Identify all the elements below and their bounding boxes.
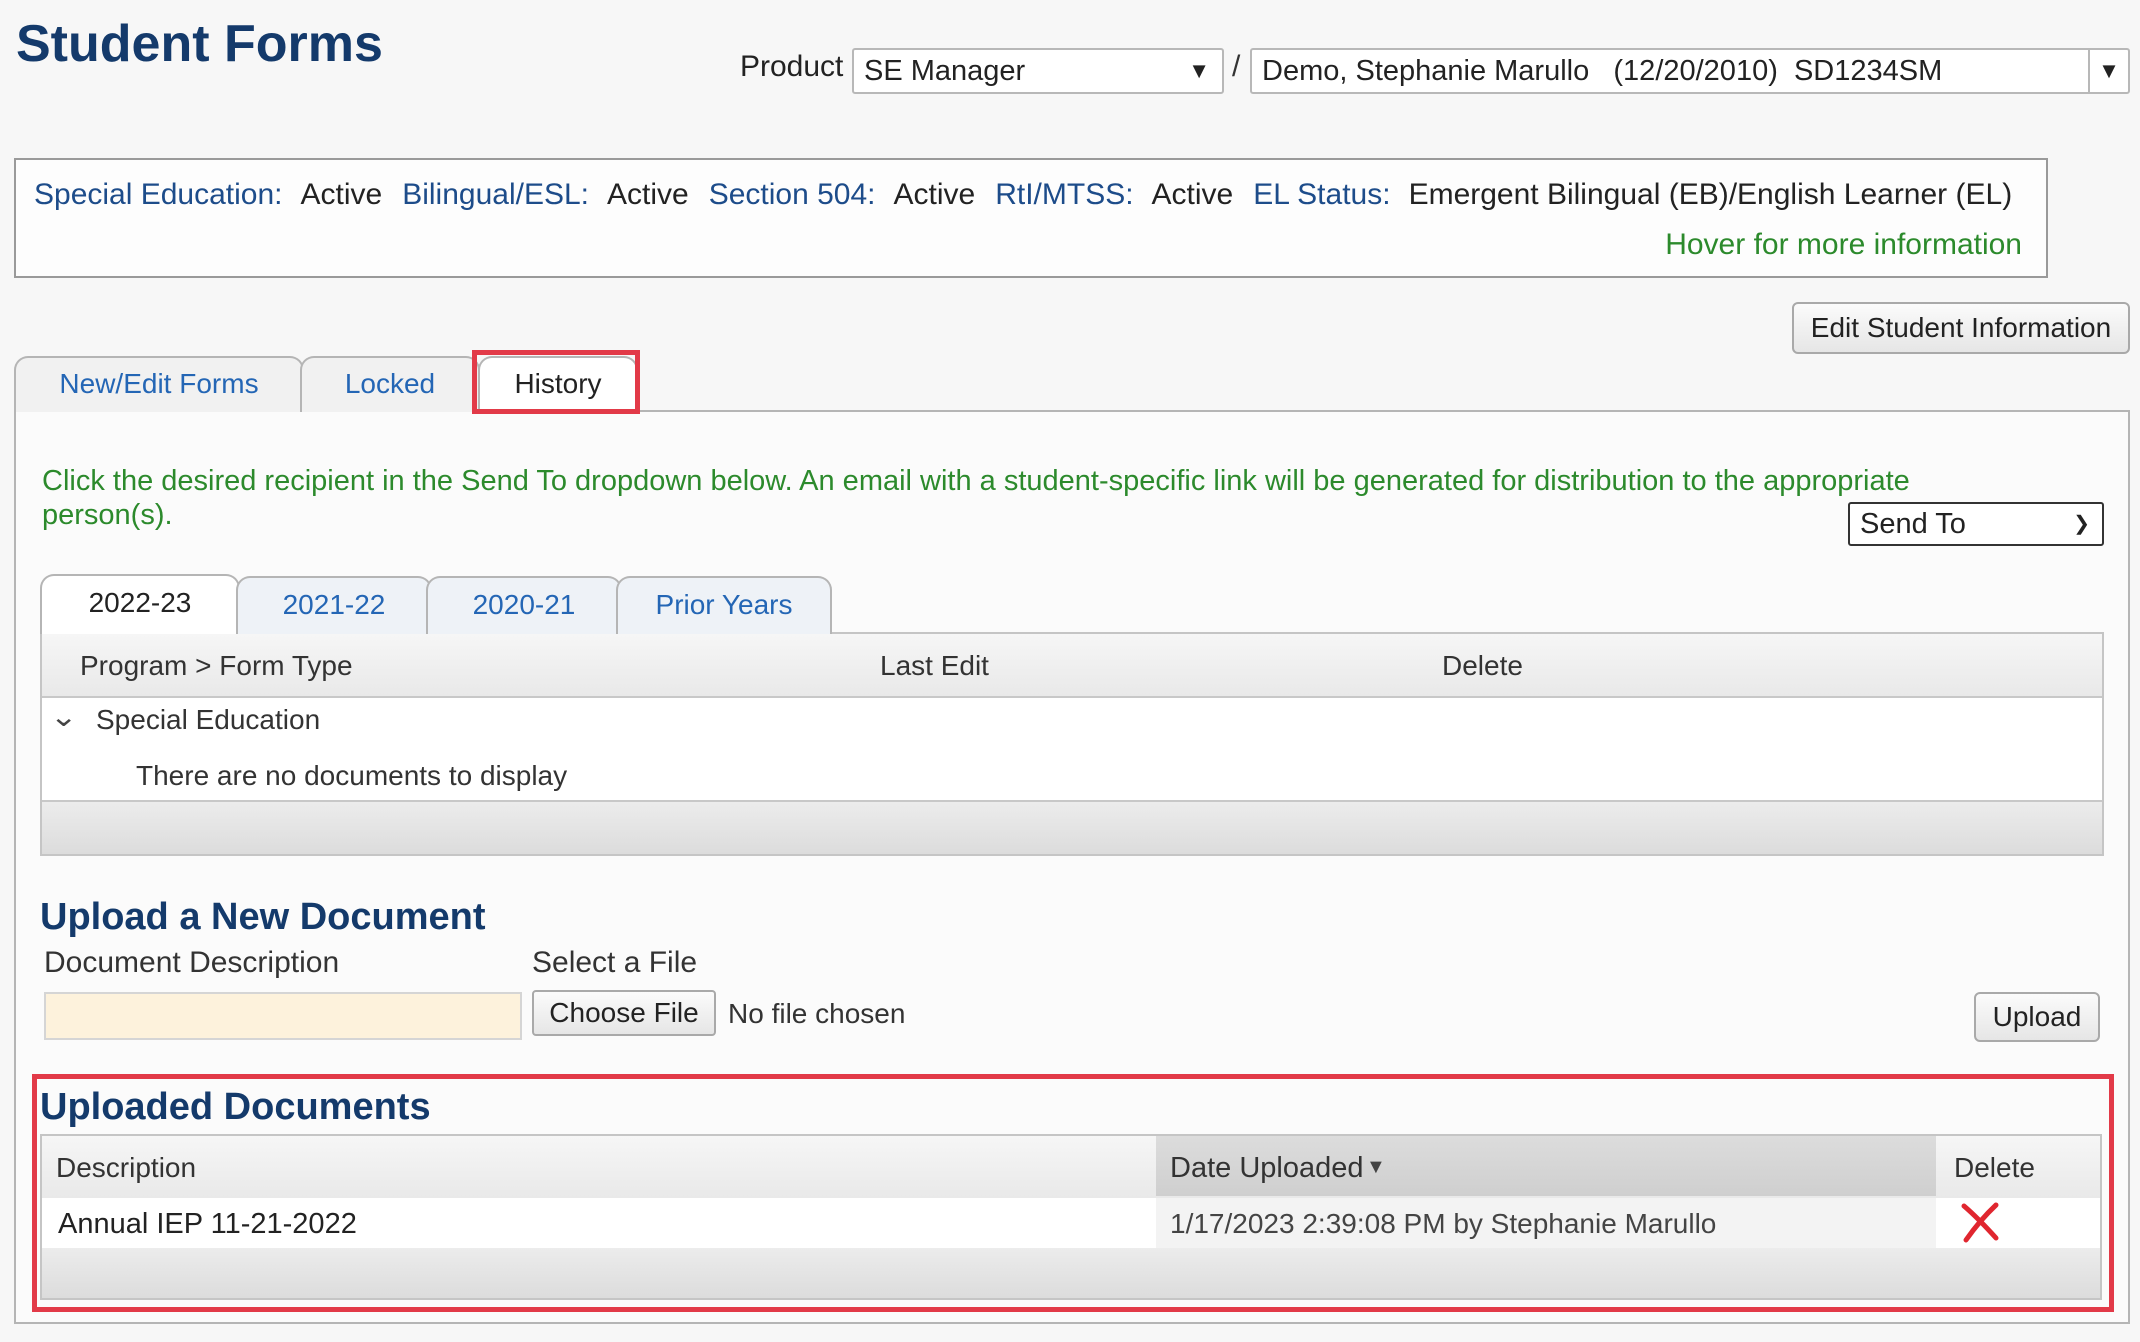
send-to-dropdown[interactable]: Send To ❯ <box>1848 502 2104 546</box>
forms-grid: Program > Form Type Last Edit Delete ⌄ S… <box>40 632 2104 856</box>
tab-year-2021-22[interactable]: 2021-22 <box>236 576 432 634</box>
edit-student-button[interactable]: Edit Student Information <box>1792 302 2130 354</box>
document-description-input[interactable] <box>44 992 522 1040</box>
instructions-text: Click the desired recipient in the Send … <box>42 465 1910 531</box>
tab-prior-years[interactable]: Prior Years <box>616 576 832 634</box>
status-label-el: EL Status: <box>1253 178 1391 211</box>
column-date-uploaded-label: Date Uploaded <box>1170 1152 1364 1184</box>
status-label-504: Section 504: <box>708 178 876 211</box>
status-value-special-ed: Active <box>300 178 383 211</box>
tab-year-2020-21[interactable]: 2020-21 <box>426 576 622 634</box>
forms-grid-header: Program > Form Type Last Edit Delete <box>42 634 2102 698</box>
column-date-uploaded[interactable]: Date Uploaded ▼ <box>1156 1136 1936 1196</box>
chevron-down-icon: ▼ <box>1188 58 1210 83</box>
hover-info-text[interactable]: Hover for more information <box>1665 228 2022 262</box>
status-value-rti: Active <box>1151 178 1234 211</box>
status-line: Special Education: Active Bilingual/ESL: Ac… <box>34 178 2012 212</box>
product-select-value: SE Manager <box>864 55 1026 87</box>
separator: / <box>1232 50 1241 83</box>
page-title: Student Forms <box>16 15 383 73</box>
upload-button[interactable]: Upload <box>1974 992 2100 1042</box>
column-delete-uploaded: Delete <box>1954 1152 2035 1183</box>
delete-icon[interactable] <box>1958 1200 2002 1244</box>
uploaded-grid-footer <box>42 1248 2100 1298</box>
status-label-special-ed: Special Education: <box>34 178 283 211</box>
send-to-value: Send To <box>1860 508 1966 540</box>
empty-message: There are no documents to display <box>136 760 568 791</box>
student-select[interactable]: Demo, Stephanie Marullo (12/20/2010) SD1… <box>1250 48 2130 94</box>
product-select[interactable]: SE Manager ▼ <box>852 48 1224 94</box>
column-program-form-type[interactable]: Program > Form Type <box>80 650 353 682</box>
sort-descending-icon: ▼ <box>1366 1156 1386 1178</box>
uploaded-documents-grid: Description Date Uploaded ▼ Delete Annua… <box>40 1134 2102 1300</box>
tab-locked[interactable]: Locked <box>300 356 480 412</box>
tab-new-edit-forms[interactable]: New/Edit Forms <box>14 356 304 412</box>
chevron-down-icon[interactable]: ▼ <box>2088 50 2128 92</box>
column-description[interactable]: Description <box>56 1152 196 1184</box>
status-value-bilingual: Active <box>607 178 689 211</box>
table-row: Annual IEP 11-21-2022 1/17/2023 2:39:08 … <box>42 1198 2100 1252</box>
tab-year-2022-23[interactable]: 2022-23 <box>40 574 240 634</box>
group-special-education[interactable]: Special Education <box>96 704 320 736</box>
uploaded-grid-header: Description Date Uploaded ▼ Delete <box>42 1136 2100 1200</box>
upload-section-title: Upload a New Document <box>40 896 486 938</box>
status-label-bilingual: Bilingual/ESL: <box>402 178 589 211</box>
status-summary[interactable]: Special Education: Active Bilingual/ESL: Ac… <box>14 158 2048 278</box>
status-value-el: Emergent Bilingual (EB)/English Learner … <box>1408 178 2013 211</box>
status-label-rti: RtI/MTSS: <box>995 178 1134 211</box>
uploaded-documents-title: Uploaded Documents <box>40 1086 431 1128</box>
row-date-uploaded: 1/17/2023 2:39:08 PM by Stephanie Marull… <box>1170 1208 1717 1239</box>
column-delete: Delete <box>1442 650 1523 681</box>
document-description-label: Document Description <box>44 946 340 979</box>
forms-grid-footer <box>42 800 2102 854</box>
no-file-chosen-text: No file chosen <box>728 998 906 1029</box>
column-last-edit[interactable]: Last Edit <box>880 650 989 682</box>
row-description[interactable]: Annual IEP 11-21-2022 <box>58 1208 357 1241</box>
select-file-label: Select a File <box>532 946 698 979</box>
chevron-down-icon: ❯ <box>2073 513 2090 535</box>
product-label: Product <box>740 50 844 83</box>
tab-history[interactable]: History <box>478 356 638 414</box>
choose-file-button[interactable]: Choose File <box>532 990 716 1036</box>
student-select-value: Demo, Stephanie Marullo (12/20/2010) SD1… <box>1262 55 1943 87</box>
chevron-down-icon[interactable]: ⌄ <box>50 700 78 733</box>
status-value-504: Active <box>893 178 976 211</box>
